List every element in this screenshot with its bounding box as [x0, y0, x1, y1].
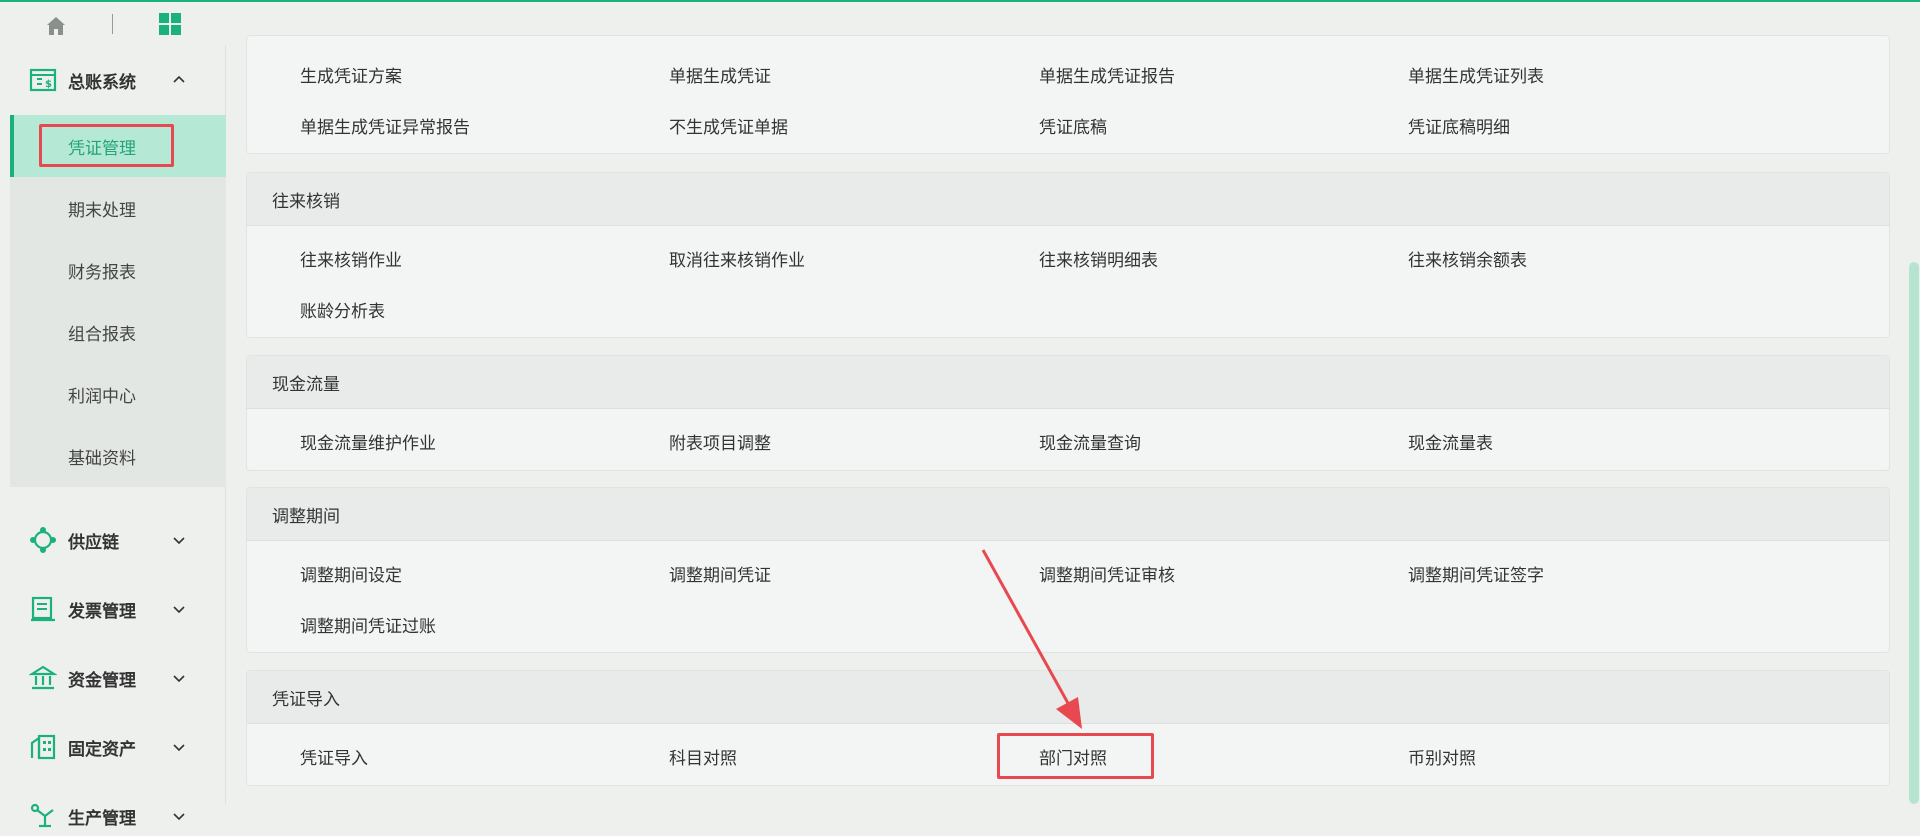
- menu-link[interactable]: 往来核销余额表: [1408, 246, 1527, 271]
- menu-link[interactable]: 单据生成凭证报告: [1039, 62, 1175, 87]
- menu-link[interactable]: 附表项目调整: [669, 429, 771, 454]
- supply-chain-icon: [28, 525, 58, 555]
- sidebar-module-label: 发票管理: [68, 601, 136, 622]
- bank-icon: [28, 663, 58, 693]
- menu-link[interactable]: 不生成凭证单据: [669, 113, 788, 138]
- menu-link[interactable]: 调整期间凭证审核: [1039, 561, 1175, 586]
- card-title: 凭证导入: [247, 671, 1889, 724]
- chevron-down-icon[interactable]: [172, 533, 186, 547]
- menu-link[interactable]: 凭证底稿: [1039, 113, 1107, 138]
- menu-link[interactable]: 现金流量查询: [1039, 429, 1141, 454]
- menu-link[interactable]: 账龄分析表: [300, 297, 385, 322]
- scrollbar-thumb[interactable]: [1909, 262, 1919, 804]
- highlight-box-voucher-management: [39, 124, 174, 167]
- menu-link[interactable]: 币别对照: [1408, 744, 1476, 769]
- menu-link[interactable]: 调整期间设定: [300, 561, 402, 586]
- submenu-item-label: 期末处理: [68, 200, 136, 221]
- submenu-item-financial-reports[interactable]: 财务报表: [10, 239, 226, 301]
- main-content: 生成凭证方案 单据生成凭证 单据生成凭证报告 单据生成凭证列表 单据生成凭证异常…: [226, 35, 1920, 804]
- menu-link[interactable]: 调整期间凭证签字: [1408, 561, 1544, 586]
- menu-link[interactable]: 科目对照: [669, 744, 737, 769]
- submenu-item-profit-center[interactable]: 利润中心: [10, 363, 226, 425]
- menu-link[interactable]: 凭证导入: [300, 744, 368, 769]
- card-title: 现金流量: [247, 356, 1889, 409]
- chevron-down-icon[interactable]: [172, 809, 186, 823]
- divider: [112, 14, 113, 34]
- sidebar-module-fixed-assets[interactable]: 固定资产: [0, 727, 226, 767]
- sidebar-module-label: 资金管理: [68, 670, 136, 691]
- menu-link[interactable]: 现金流量维护作业: [300, 429, 436, 454]
- menu-link[interactable]: 单据生成凭证列表: [1408, 62, 1544, 87]
- menu-link[interactable]: 凭证底稿明细: [1408, 113, 1510, 138]
- card-title: 调整期间: [247, 488, 1889, 541]
- submenu-item-label: 基础资料: [68, 448, 136, 469]
- menu-link[interactable]: 往来核销作业: [300, 246, 402, 271]
- menu-link[interactable]: 生成凭证方案: [300, 62, 402, 87]
- app-grid-icon[interactable]: [158, 12, 182, 36]
- building-icon: [28, 732, 58, 762]
- sidebar-module-label: 生产管理: [68, 808, 136, 829]
- chevron-down-icon[interactable]: [172, 602, 186, 616]
- highlight-box-department-mapping: [997, 733, 1154, 779]
- menu-link[interactable]: 单据生成凭证异常报告: [300, 113, 470, 138]
- chevron-down-icon[interactable]: [172, 740, 186, 754]
- ledger-icon: $: [28, 65, 58, 95]
- submenu-item-label: 利润中心: [68, 386, 136, 407]
- sidebar-module-invoice[interactable]: 发票管理: [0, 589, 226, 629]
- card-title: 往来核销: [247, 173, 1889, 226]
- submenu-item-basic-data[interactable]: 基础资料: [10, 425, 226, 487]
- menu-link[interactable]: 取消往来核销作业: [669, 246, 805, 271]
- robot-arm-icon: [28, 801, 58, 831]
- submenu-item-period-end[interactable]: 期末处理: [10, 177, 226, 239]
- chevron-down-icon[interactable]: [172, 671, 186, 685]
- submenu-general-ledger: 凭证管理 期末处理 财务报表 组合报表 利润中心 基础资料: [10, 115, 226, 487]
- chevron-up-icon[interactable]: [172, 73, 186, 87]
- card-cashflow: 现金流量 现金流量维护作业 附表项目调整 现金流量查询 现金流量表: [246, 355, 1890, 471]
- sidebar-module-label: 供应链: [68, 532, 119, 553]
- invoice-icon: [28, 594, 58, 624]
- menu-link[interactable]: 调整期间凭证: [669, 561, 771, 586]
- sidebar-module-label: 总账系统: [68, 72, 136, 93]
- sidebar-module-label: 固定资产: [68, 739, 136, 760]
- menu-link[interactable]: 现金流量表: [1408, 429, 1493, 454]
- menu-link[interactable]: 调整期间凭证过账: [300, 612, 436, 637]
- menu-link[interactable]: 往来核销明细表: [1039, 246, 1158, 271]
- card-writeoff: 往来核销 往来核销作业 取消往来核销作业 往来核销明细表 往来核销余额表 账龄分…: [246, 172, 1890, 338]
- submenu-item-combined-reports[interactable]: 组合报表: [10, 301, 226, 363]
- submenu-item-label: 财务报表: [68, 262, 136, 283]
- sidebar-module-general-ledger[interactable]: $ 总账系统: [0, 60, 226, 100]
- sidebar-module-production[interactable]: 生产管理: [0, 796, 226, 836]
- home-icon[interactable]: [44, 14, 68, 38]
- sidebar-module-treasury[interactable]: 资金管理: [0, 658, 226, 698]
- menu-link[interactable]: 单据生成凭证: [669, 62, 771, 87]
- sidebar-module-supply-chain[interactable]: 供应链: [0, 520, 226, 560]
- card-adjustment-period: 调整期间 调整期间设定 调整期间凭证 调整期间凭证审核 调整期间凭证签字 调整期…: [246, 487, 1890, 653]
- card-voucher-generation: 生成凭证方案 单据生成凭证 单据生成凭证报告 单据生成凭证列表 单据生成凭证异常…: [246, 35, 1890, 154]
- submenu-item-label: 组合报表: [68, 324, 136, 345]
- sidebar: $ 总账系统 凭证管理 期末处理 财务报表 组合报表 利润中心 基础资料 供应链: [0, 45, 226, 829]
- svg-text:$: $: [45, 79, 52, 90]
